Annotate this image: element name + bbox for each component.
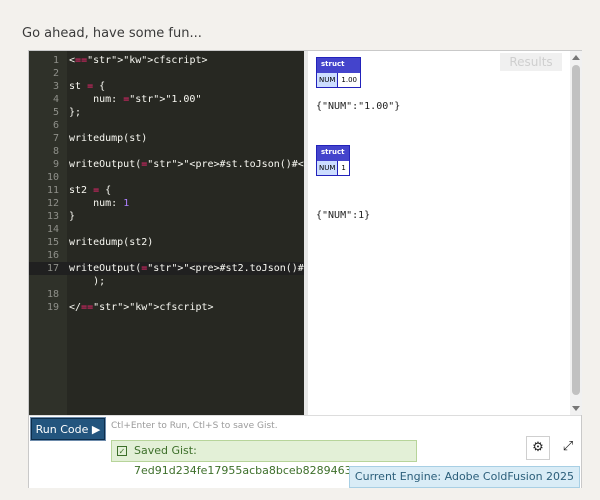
check-icon: ✓: [117, 446, 127, 456]
line-number: 19: [46, 302, 59, 313]
line-text: </=="str">"kw">cfscript>: [69, 302, 214, 313]
code-line: 7 writedump(st): [29, 132, 304, 145]
line-text: <=="str">"kw">cfscript>: [69, 55, 208, 66]
dump-value: 1.00: [341, 76, 357, 84]
dump-struct-st2: struct NUM 1: [316, 145, 350, 176]
shortcut-hint: Ctl+Enter to Run, Ctl+S to save Gist.: [111, 421, 278, 431]
code-line: 16: [29, 249, 304, 262]
code-line: 13}: [29, 210, 304, 223]
line-number: 12: [46, 198, 59, 209]
line-number: 15: [46, 237, 59, 248]
line-text: num: 1: [69, 198, 130, 209]
results-label: Results: [500, 53, 562, 71]
line-number: 1: [52, 55, 59, 66]
dump-title: struct: [317, 146, 349, 161]
scroll-up-icon[interactable]: [572, 55, 580, 60]
code-line: 12 num: 1: [29, 197, 304, 210]
results-scrollbar[interactable]: [570, 51, 582, 415]
line-text: writedump(st2): [69, 237, 154, 248]
settings-button[interactable]: ⚙: [526, 436, 550, 460]
intro-text: Go ahead, have some fun...: [22, 26, 202, 41]
line-text: }: [69, 211, 76, 222]
line-number: 4: [52, 94, 59, 105]
line-number: 5: [52, 107, 59, 118]
code-line: 15 writedump(st2): [29, 236, 304, 249]
expand-icon: ⤢: [562, 439, 574, 454]
code-line: );: [29, 275, 304, 288]
line-text: };: [69, 107, 82, 118]
line-text: );: [69, 276, 106, 287]
gear-icon: ⚙: [532, 440, 544, 455]
scroll-thumb[interactable]: [572, 65, 580, 395]
dump-title: struct: [317, 58, 360, 73]
line-number: 13: [46, 211, 59, 222]
run-code-button[interactable]: Run Code ▶: [30, 417, 106, 441]
line-text: st = {: [69, 81, 106, 92]
line-number: 3: [52, 81, 59, 92]
line-number: 2: [52, 68, 59, 79]
line-text: writeOutput(="str">"<pre>#st.toJson()#<p…: [69, 159, 304, 170]
json-output-st2: {"NUM":1}: [316, 210, 371, 221]
line-number: 9: [52, 159, 59, 170]
line-number: 17: [46, 263, 59, 274]
dump-key: NUM: [317, 73, 339, 87]
code-line: 11 st2 = {: [29, 184, 304, 197]
code-line: 2: [29, 67, 304, 80]
line-number: 11: [46, 185, 59, 196]
line-text: writedump(st): [69, 133, 148, 144]
line-number: 18: [46, 289, 59, 300]
code-line: 18: [29, 288, 304, 301]
expand-button[interactable]: ⤢: [556, 436, 580, 460]
dump-value: 1: [341, 164, 346, 172]
current-engine-badge: Current Engine: Adobe ColdFusion 2025: [349, 466, 580, 488]
line-number: 7: [52, 133, 59, 144]
code-line: 1 <=="str">"kw">cfscript>: [29, 54, 304, 67]
scroll-down-icon[interactable]: [572, 406, 580, 411]
code-line: 6: [29, 119, 304, 132]
json-output-st: {"NUM":"1.00"}: [316, 101, 401, 112]
line-text: num: ="str">"1.00": [69, 94, 202, 105]
line-number: 6: [52, 120, 59, 131]
toolbar: Run Code ▶ Ctl+Enter to Run, Ctl+S to sa…: [29, 415, 581, 488]
code-line: 3 st = {: [29, 80, 304, 93]
dump-key: NUM: [317, 161, 339, 175]
code-line: 5};: [29, 106, 304, 119]
code-line: 14: [29, 223, 304, 236]
code-playground: 1 <=="str">"kw">cfscript> 2 3st = {4 num: =…: [28, 50, 582, 488]
line-number: 8: [52, 146, 59, 157]
line-number: 10: [46, 172, 59, 183]
code-line: 8: [29, 145, 304, 158]
code-line: 10: [29, 171, 304, 184]
code-line: 19 </=="str">"kw">cfscript>: [29, 301, 304, 314]
code-editor[interactable]: 1 <=="str">"kw">cfscript> 2 3st = {4 num: =…: [29, 51, 304, 415]
dump-struct-st: struct NUM 1.00: [316, 57, 361, 88]
line-number: 16: [46, 250, 59, 261]
line-text: st2 = {: [69, 185, 112, 196]
line-text: writeOutput(="str">"<pre>#st2.toJson()#<…: [69, 263, 304, 274]
code-line: 9 writeOutput(="str">"<pre>#st.toJson()#<…: [29, 158, 304, 171]
code-line: 17 writeOutput(="str">"<pre>#st2.toJson()…: [29, 262, 304, 275]
results-pane: Results struct NUM 1.00 {"NUM":"1.00"} s…: [308, 51, 570, 415]
code-line: 4 num: ="str">"1.00": [29, 93, 304, 106]
saved-gist-badge[interactable]: ✓ Saved Gist: 7ed91d234fe17955acba8bceb8…: [111, 440, 417, 477]
line-number: 14: [46, 224, 59, 235]
